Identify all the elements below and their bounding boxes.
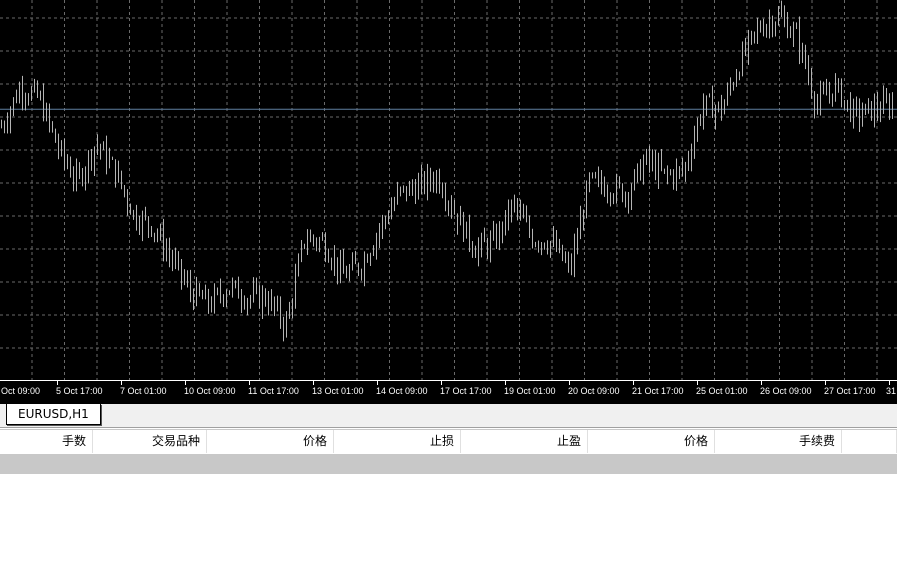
time-axis: Oct 09:00 5 Oct 17:00 7 Oct 01:00 10 Oct 09… <box>0 380 897 404</box>
x-tick-label: 14 Oct 09:00 <box>376 386 428 396</box>
column-header[interactable]: 止盈 <box>461 430 588 453</box>
axis-tick <box>761 381 762 385</box>
x-tick-label: 31 <box>885 386 896 396</box>
x-tick-label: 21 Oct 17:00 <box>632 386 684 396</box>
column-header[interactable]: 止损 <box>334 430 461 453</box>
x-tick-label: Oct 09:00 <box>1 386 41 396</box>
axis-tick <box>377 381 378 385</box>
x-tick-label: 17 Oct 17:00 <box>440 386 492 396</box>
x-tick-label: 25 Oct 01:00 <box>696 386 748 396</box>
axis-tick <box>441 381 442 385</box>
axis-tick <box>57 381 58 385</box>
x-tick-label: 13 Oct 01:00 <box>312 386 364 396</box>
x-tick-label: 10 Oct 09:00 <box>184 386 236 396</box>
price-chart[interactable]: Oct 09:00 5 Oct 17:00 7 Oct 01:00 10 Oct 09… <box>0 0 897 404</box>
axis-tick <box>185 381 186 385</box>
x-tick-label: 7 Oct 01:00 <box>120 386 167 396</box>
x-tick-label: 26 Oct 09:00 <box>760 386 812 396</box>
tab-eurusd-h1[interactable]: EURUSD,H1 <box>6 404 101 425</box>
x-tick-label: 5 Oct 17:00 <box>56 386 103 396</box>
axis-tick <box>889 381 890 385</box>
axis-tick <box>697 381 698 385</box>
axis-tick <box>505 381 506 385</box>
column-header[interactable]: 价格 <box>207 430 334 453</box>
chart-canvas[interactable] <box>0 0 897 380</box>
x-tick-label: 27 Oct 17:00 <box>824 386 876 396</box>
x-tick-label: 11 Oct 17:00 <box>248 386 299 396</box>
axis-tick <box>825 381 826 385</box>
axis-tick <box>633 381 634 385</box>
axis-tick <box>569 381 570 385</box>
table-empty-row <box>0 454 897 474</box>
column-header[interactable] <box>842 430 897 453</box>
trade-table-header: 手数 交易品种 价格 止损 止盈 价格 手续费 <box>0 429 897 453</box>
x-tick-label: 20 Oct 09:00 <box>568 386 620 396</box>
chart-tab-bar: EURUSD,H1 <box>0 404 897 428</box>
column-header[interactable]: 手数 <box>0 430 93 453</box>
column-header[interactable]: 交易品种 <box>93 430 207 453</box>
x-tick-label: 19 Oct 01:00 <box>504 386 556 396</box>
axis-tick <box>313 381 314 385</box>
column-header[interactable]: 手续费 <box>715 430 842 453</box>
axis-tick <box>121 381 122 385</box>
column-header[interactable]: 价格 <box>588 430 715 453</box>
axis-tick <box>249 381 250 385</box>
